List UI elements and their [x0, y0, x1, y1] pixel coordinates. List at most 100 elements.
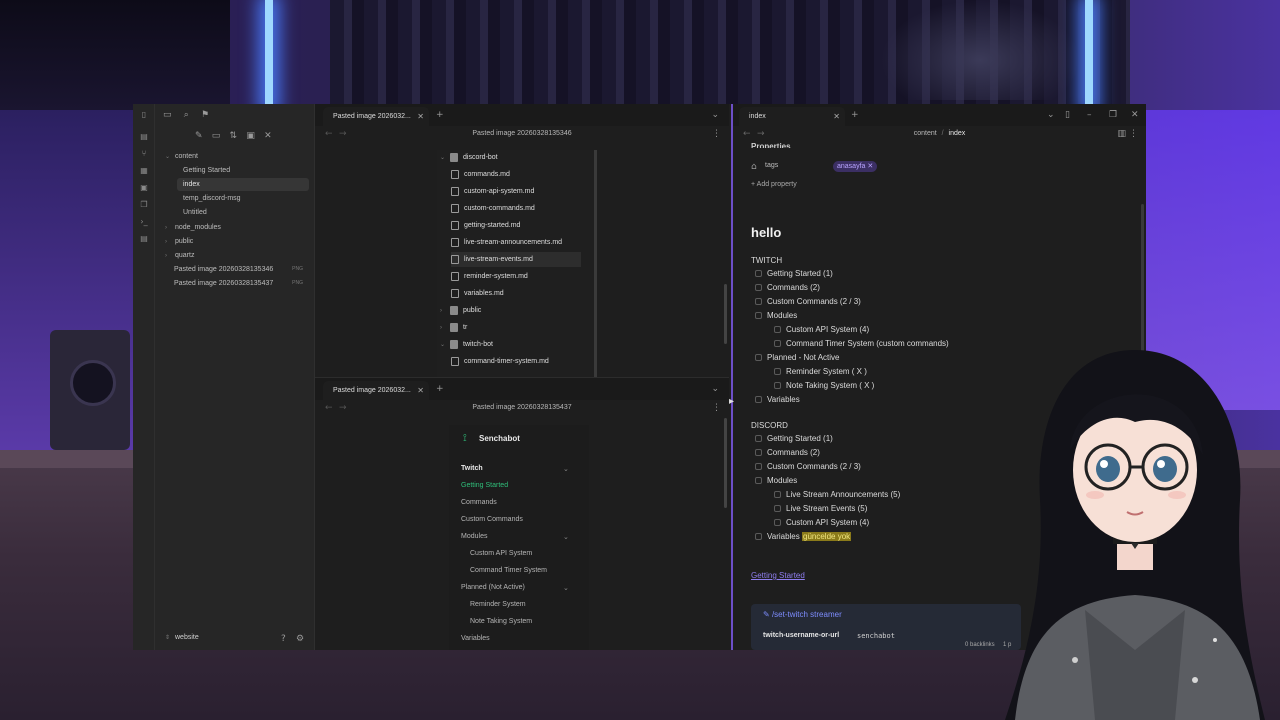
checkbox[interactable]	[774, 519, 781, 526]
tree-item-temp-discord-msg[interactable]: temp_discord-msg	[177, 192, 309, 205]
add-property-button[interactable]: + Add property	[751, 181, 797, 188]
checkbox[interactable]	[755, 449, 762, 456]
checkbox[interactable]	[755, 463, 762, 470]
vault-switcher[interactable]: ⇕ website	[165, 634, 199, 641]
chevron-down-icon[interactable]: ⌄	[1047, 110, 1055, 120]
checkbox[interactable]	[755, 396, 762, 403]
image-pane-bottom: Pasted image 2026032... ✕ + ⌄ ← → Pasted…	[315, 377, 729, 650]
tag-chip[interactable]: anasayfa ✕	[833, 161, 878, 172]
checkbox[interactable]	[774, 368, 781, 375]
checkbox[interactable]	[755, 354, 762, 361]
folder-icon	[450, 152, 458, 162]
file-icon	[451, 203, 459, 213]
list-item: custom-commands.md	[451, 201, 591, 216]
file-icon[interactable]: ▤	[139, 132, 149, 142]
more-options-icon[interactable]: ⋮	[1129, 129, 1138, 139]
list-item: reminder-system.md	[451, 269, 591, 284]
checkbox[interactable]	[774, 491, 781, 498]
file-icon	[451, 186, 459, 196]
new-tab-icon[interactable]: +	[436, 384, 444, 394]
checkbox[interactable]	[755, 270, 762, 277]
collapse-icon[interactable]: ▣	[246, 131, 255, 141]
graph-icon[interactable]: ⑂	[139, 149, 149, 159]
task-item: Modules	[767, 311, 798, 320]
gear-icon[interactable]: ⚙	[296, 634, 304, 644]
checkbox[interactable]	[774, 340, 781, 347]
tree-item-getting-started[interactable]: Getting Started	[177, 164, 309, 177]
checkbox[interactable]	[774, 382, 781, 389]
new-tab-icon[interactable]: +	[851, 110, 859, 120]
new-tab-icon[interactable]: +	[436, 110, 444, 120]
copy-icon[interactable]: ❐	[139, 200, 149, 210]
folder-icon	[450, 339, 458, 349]
file-explorer: ▭ ⌕ ⚑ ✎ ▭ ⇅ ▣ ✕ ⌄ content Getting Started…	[155, 104, 315, 650]
section-discord: DISCORD	[751, 421, 788, 430]
task-item: Command Timer System (custom commands)	[786, 339, 949, 348]
tree-folder-public[interactable]: › public	[165, 235, 309, 248]
sidebar-toggle-icon[interactable]: ▯	[139, 110, 149, 120]
tree-item-index[interactable]: index	[177, 178, 309, 191]
reading-view-icon[interactable]: ▥	[1117, 129, 1126, 139]
minimize-icon[interactable]: –	[1087, 110, 1092, 120]
checkbox[interactable]	[774, 326, 781, 333]
new-folder-icon[interactable]: ▭	[212, 131, 221, 141]
terminal-icon[interactable]: ›_	[139, 217, 149, 227]
close-window-icon[interactable]: ✕	[1131, 110, 1139, 120]
restore-icon[interactable]: ❐	[1109, 110, 1117, 120]
checkbox[interactable]	[755, 435, 762, 442]
tree-item-pasted-image-2[interactable]: Pasted image 20260328135437 PNG	[174, 277, 309, 290]
tree-folder-content[interactable]: ⌄ content	[165, 150, 309, 163]
tab-bar: Pasted image 2026032... ✕ + ⌄	[315, 378, 729, 400]
more-options-icon[interactable]: ⋮	[712, 403, 721, 413]
checkbox[interactable]	[755, 477, 762, 484]
chevron-down-icon[interactable]: ⌄	[711, 384, 719, 394]
tab-index[interactable]: index ✕	[739, 107, 845, 126]
nav-section-twitch: Twitch	[461, 465, 483, 472]
scrollbar[interactable]	[724, 284, 727, 344]
checkbox[interactable]	[755, 312, 762, 319]
tree-folder-quartz[interactable]: › quartz	[165, 249, 309, 262]
chevron-down-icon: ⌄	[563, 534, 569, 541]
list-item: getting-started.md	[451, 218, 591, 233]
template-icon[interactable]: ▤	[139, 234, 149, 244]
breadcrumb-index: index	[948, 130, 966, 137]
tree-folder-node-modules[interactable]: › node_modules	[165, 221, 309, 234]
checkbox[interactable]	[755, 533, 762, 540]
chevron-down-icon[interactable]: ⌄	[711, 110, 719, 120]
task-item: Custom Commands (2 / 3)	[767, 462, 861, 471]
remove-tag-icon[interactable]: ✕	[867, 163, 873, 170]
bookmark-icon[interactable]: ⚑	[201, 110, 209, 120]
breadcrumb-content[interactable]: content	[914, 130, 937, 137]
nav-item-reminder-system: Reminder System	[470, 601, 526, 608]
chevron-right-icon: ›	[440, 325, 442, 331]
sort-icon[interactable]: ⇅	[230, 131, 238, 141]
more-options-icon[interactable]: ⋮	[712, 129, 721, 139]
calendar-icon[interactable]: ▣	[139, 183, 149, 193]
close-icon[interactable]: ✕	[264, 131, 272, 141]
folder-icon[interactable]: ▭	[163, 110, 172, 120]
new-note-icon[interactable]: ✎	[195, 131, 203, 141]
close-tab-icon[interactable]: ✕	[417, 381, 424, 400]
layout-icon[interactable]: ▯	[1065, 110, 1070, 120]
checkbox[interactable]	[755, 298, 762, 305]
neon-light-right	[1085, 0, 1093, 110]
close-tab-icon[interactable]: ✕	[833, 107, 840, 126]
task-item: Note Taking System ( X )	[786, 381, 875, 390]
tree-item-pasted-image-1[interactable]: Pasted image 20260328135346 PNG	[174, 263, 309, 276]
figure-collection	[880, 0, 1080, 100]
file-icon	[451, 169, 459, 179]
search-icon[interactable]: ⌕	[184, 110, 189, 120]
close-tab-icon[interactable]: ✕	[417, 107, 424, 126]
help-icon[interactable]: ?	[281, 634, 286, 644]
command-link[interactable]: ✎ /set-twitch streamer	[763, 610, 842, 619]
internal-link-getting-started[interactable]: Getting Started	[751, 571, 805, 580]
checkbox[interactable]	[755, 284, 762, 291]
tab-pasted-image-2[interactable]: Pasted image 2026032... ✕	[323, 381, 429, 400]
grid-icon[interactable]: ▦	[139, 166, 149, 176]
scrollbar[interactable]	[724, 418, 727, 508]
tab-pasted-image-1[interactable]: Pasted image 2026032... ✕	[323, 107, 429, 126]
tab-bar: Pasted image 2026032... ✕ + ⌄	[315, 104, 729, 126]
image-scrollbar	[594, 150, 597, 378]
tree-item-untitled[interactable]: Untitled	[177, 206, 309, 219]
checkbox[interactable]	[774, 505, 781, 512]
